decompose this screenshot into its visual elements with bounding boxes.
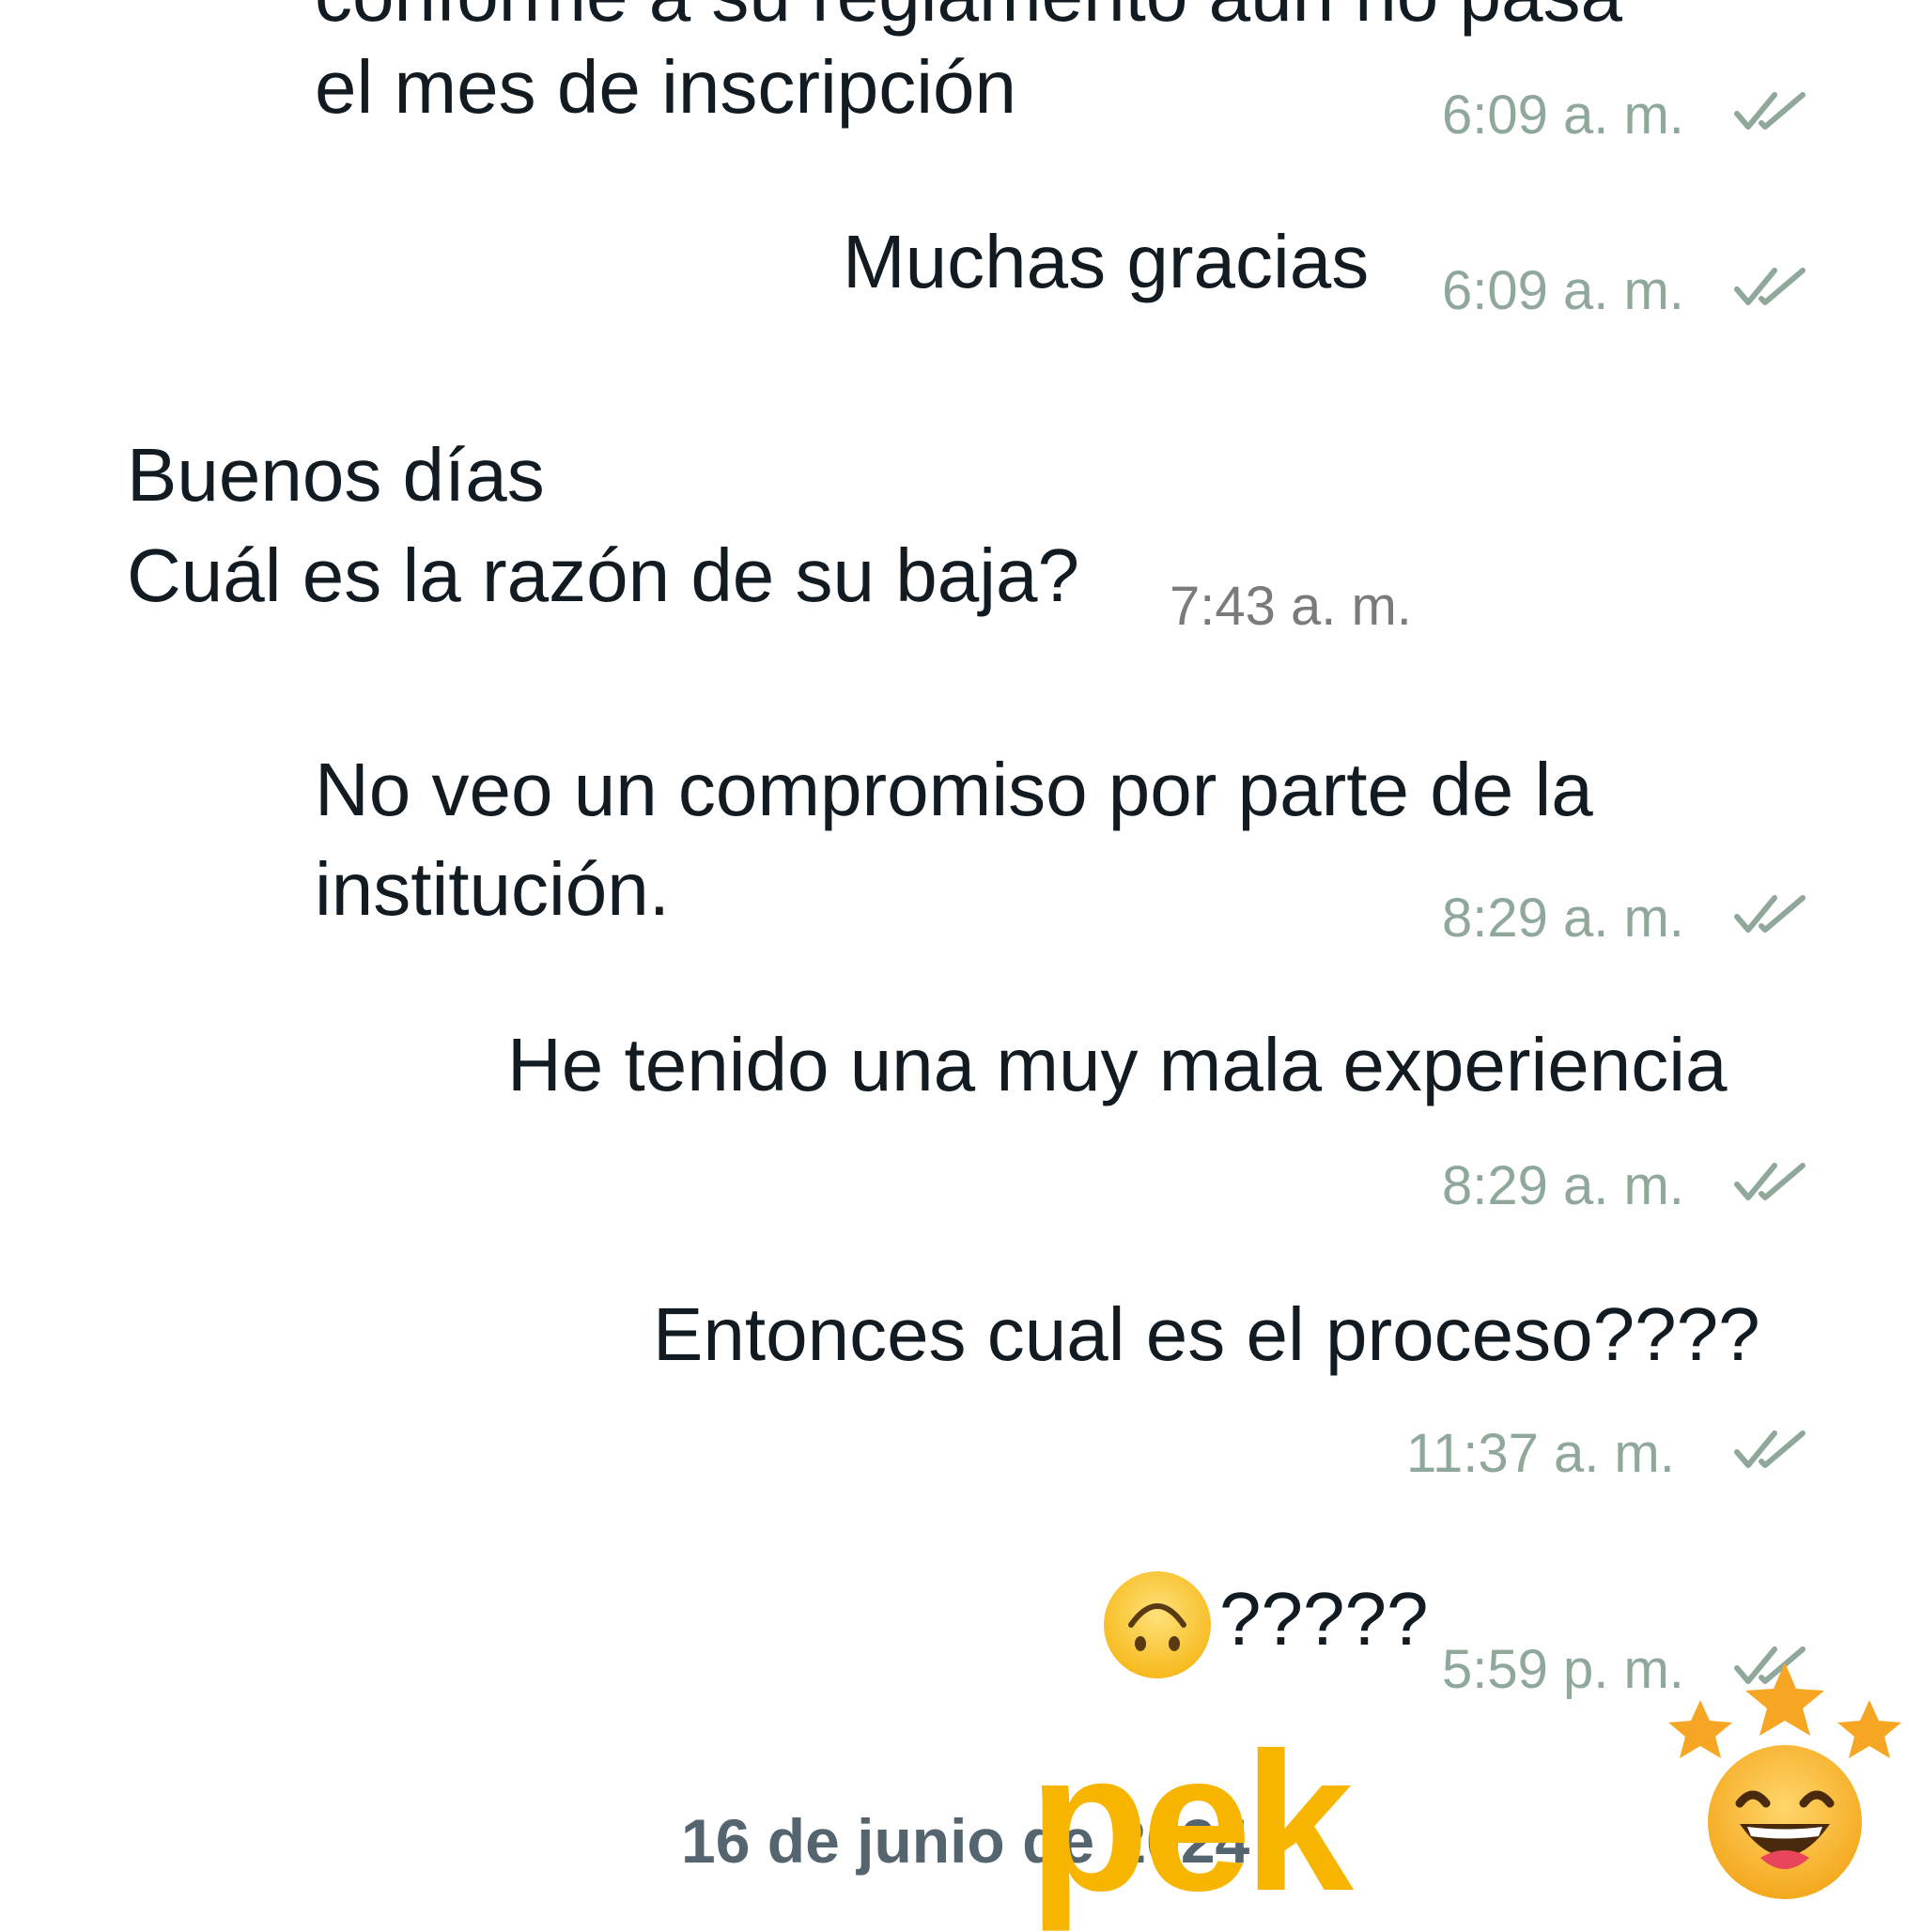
outgoing-message-line: No veo un compromiso por parte de la: [315, 748, 1593, 831]
double-check-icon: [1734, 268, 1806, 305]
laughing-face-with-stars-icon: [1668, 1662, 1901, 1899]
double-check-icon: [1734, 92, 1806, 130]
message-timestamp: 5:59 p. m.: [1442, 1639, 1684, 1700]
outgoing-message-text: el mes de inscripción: [315, 45, 1016, 129]
double-check-icon: [1734, 895, 1806, 933]
outgoing-message-text: Entonces cual es el proceso????: [653, 1292, 1760, 1376]
incoming-message-line: Buenos días: [127, 433, 545, 517]
message-timestamp: 11:37 a. m.: [1406, 1423, 1675, 1484]
message-timestamp: 6:09 a. m.: [1442, 85, 1684, 146]
message-timestamp: 8:29 a. m.: [1442, 1155, 1684, 1216]
chat-conversation: conforme a su reglamento aun no pasa el …: [0, 0, 1922, 1932]
double-check-icon: [1734, 1430, 1806, 1468]
double-check-icon: [1734, 1163, 1806, 1200]
upside-down-face-icon: [1104, 1571, 1211, 1678]
watermark-logo: pek: [1029, 1711, 1354, 1932]
outgoing-message-text: Muchas gracias: [843, 220, 1370, 303]
outgoing-message-text: ?????: [1219, 1577, 1429, 1661]
outgoing-message-line: institución.: [315, 847, 670, 931]
message-timestamp: 8:29 a. m.: [1442, 888, 1684, 949]
incoming-message-line: Cuál es la razón de su baja?: [127, 533, 1079, 617]
outgoing-message-text: He tenido una muy mala experiencia: [507, 1023, 1728, 1106]
message-timestamp: 7:43 a. m.: [1170, 576, 1412, 637]
message-timestamp: 6:09 a. m.: [1442, 260, 1684, 321]
